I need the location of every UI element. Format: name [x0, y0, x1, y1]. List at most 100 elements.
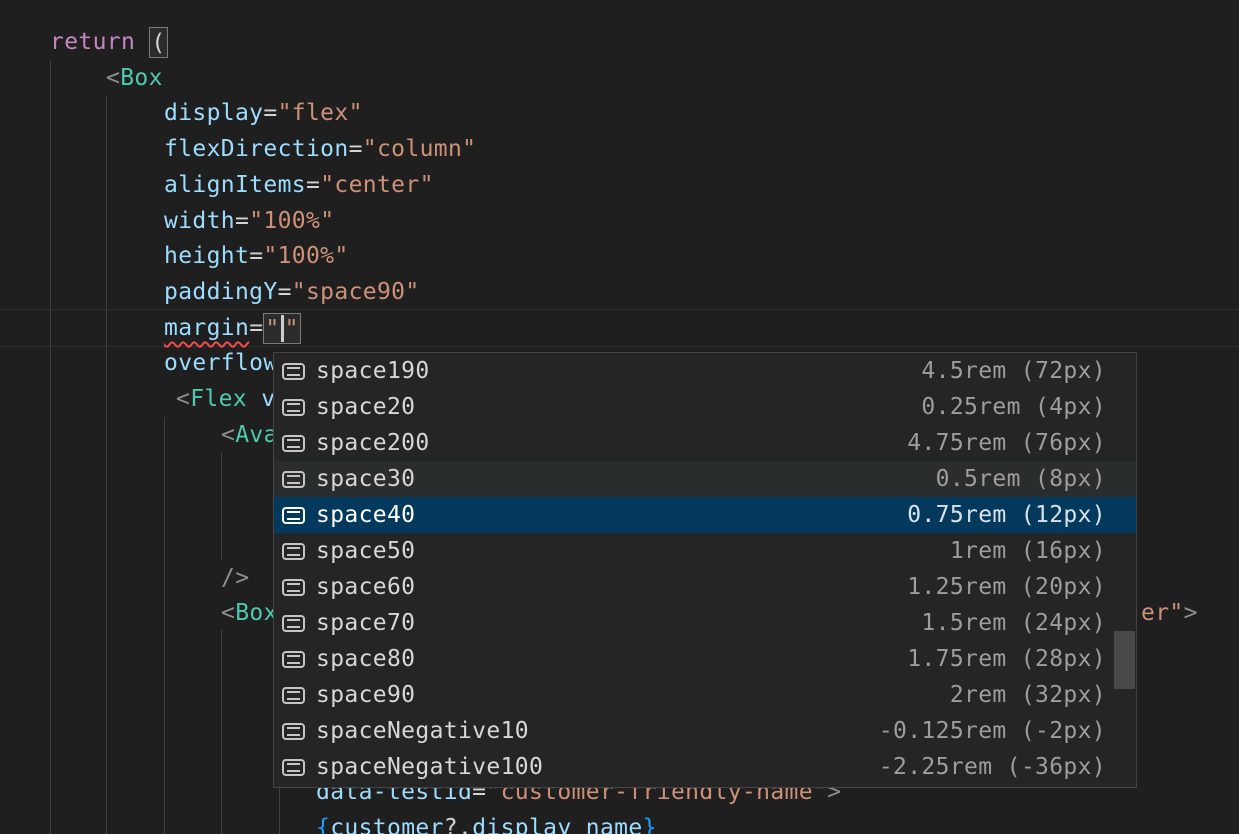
code-token: "column"	[363, 136, 477, 162]
suggest-item-space70[interactable]: space70 1.5rem (24px)	[274, 605, 1136, 641]
code-token: customer	[330, 815, 444, 834]
code-token: >	[1184, 600, 1198, 626]
suggest-item-space80[interactable]: space80 1.75rem (28px)	[274, 641, 1136, 677]
symbol-constant-icon	[282, 543, 305, 560]
indent-guide	[221, 452, 222, 560]
line-alignitems: alignItems="center"	[164, 167, 434, 203]
suggest-item-detail: 0.5rem (8px)	[936, 466, 1136, 492]
line-margin-editing: margin=""	[164, 310, 301, 346]
code-token: margin	[164, 315, 249, 341]
symbol-constant-icon	[282, 507, 305, 524]
symbol-constant-icon	[282, 651, 305, 668]
suggest-item-detail: 4.5rem (72px)	[921, 358, 1136, 384]
suggest-item-space20[interactable]: space20 0.25rem (4px)	[274, 389, 1136, 425]
code-token: {	[316, 815, 330, 834]
symbol-constant-icon	[282, 759, 305, 776]
suggest-item-label: space70	[316, 610, 415, 636]
suggest-scrollbar-thumb[interactable]	[1114, 631, 1135, 689]
suggest-item-label: space200	[316, 430, 430, 456]
suggest-item-detail: 4.75rem (76px)	[907, 430, 1136, 456]
code-token: <	[106, 65, 120, 91]
suggest-item-detail: 1rem (16px)	[950, 538, 1136, 564]
indent-guide	[164, 417, 165, 834]
line-self-close: />	[221, 560, 249, 596]
suggest-item-label: space20	[316, 394, 415, 420]
symbol-constant-icon	[282, 363, 305, 380]
suggest-item-label: space40	[316, 502, 415, 528]
suggest-item-space200[interactable]: space200 4.75rem (76px)	[274, 425, 1136, 461]
symbol-constant-icon	[282, 399, 305, 416]
code-token: =	[349, 136, 363, 162]
code-token: Flex	[190, 386, 247, 412]
indent-guide	[50, 60, 51, 834]
code-token: (	[151, 25, 165, 61]
symbol-constant-icon	[282, 615, 305, 632]
suggest-item-label: space190	[316, 358, 430, 384]
bracket-match-box: (	[149, 27, 167, 58]
line-inner-box-open: <Box	[221, 595, 278, 631]
suggest-item-detail: -0.125rem (-2px)	[879, 718, 1136, 744]
symbol-constant-icon	[282, 471, 305, 488]
suggest-item-spaceNegative100[interactable]: spaceNegative100 -2.25rem (-36px)	[274, 749, 1136, 785]
code-token: return	[50, 29, 149, 55]
suggest-item-detail: 1.5rem (24px)	[921, 610, 1136, 636]
suggest-item-spaceNegative10[interactable]: spaceNegative10 -0.125rem (-2px)	[274, 713, 1136, 749]
suggest-item-label: spaceNegative100	[316, 754, 543, 780]
suggest-item-space30[interactable]: space300.5rem (8px)	[274, 461, 1136, 497]
text-cursor	[281, 315, 284, 342]
suggest-item-detail: 0.75rem (12px)	[907, 502, 1136, 528]
code-token: "100%"	[263, 243, 348, 269]
line-width: width="100%"	[164, 203, 334, 239]
code-token: <	[221, 600, 235, 626]
code-token: "	[285, 311, 299, 347]
suggest-item-detail: 1.25rem (20px)	[907, 574, 1136, 600]
suggest-item-space190[interactable]: space190 4.5rem (72px)	[274, 353, 1136, 389]
suggest-item-detail: 0.25rem (4px)	[921, 394, 1136, 420]
suggest-item-space40[interactable]: space40 0.75rem (12px)	[274, 497, 1136, 533]
code-token: =	[249, 315, 263, 341]
bracket-match-box: ""	[263, 313, 300, 344]
code-token: =	[278, 279, 292, 305]
line-flexdirection: flexDirection="column"	[164, 131, 476, 167]
code-token: alignItems	[164, 172, 306, 198]
code-token: />	[221, 565, 249, 591]
symbol-constant-icon	[282, 723, 305, 740]
code-token: =	[235, 208, 249, 234]
code-token: paddingY	[164, 279, 278, 305]
code-token: "center"	[320, 172, 434, 198]
code-token: "	[265, 311, 279, 347]
suggest-item-detail: 1.75rem (28px)	[907, 646, 1136, 672]
code-token: <	[176, 386, 190, 412]
code-editor-surface[interactable]: return (<Boxdisplay="flex"flexDirection=…	[0, 0, 1239, 834]
suggest-item-space90[interactable]: space902rem (32px)	[274, 677, 1136, 713]
suggest-widget: space190 4.5rem (72px) space20 0.25rem (4px…	[273, 352, 1137, 788]
code-token: Box	[120, 65, 163, 91]
symbol-constant-icon	[282, 435, 305, 452]
line-display: display="flex"	[164, 95, 363, 131]
code-token: "100%"	[249, 208, 334, 234]
suggest-item-detail: -2.25rem (-36px)	[879, 754, 1136, 780]
code-token: display	[164, 100, 263, 126]
line-height-prop: height="100%"	[164, 238, 349, 274]
suggest-item-label: spaceNegative10	[316, 718, 529, 744]
suggest-item-detail: 2rem (32px)	[950, 682, 1136, 708]
line-inner-box-tail: er">	[1141, 595, 1198, 631]
line-return: return (	[50, 24, 168, 60]
code-token: "flex"	[278, 100, 363, 126]
code-token: =	[306, 172, 320, 198]
suggest-item-space60[interactable]: space60 1.25rem (20px)	[274, 569, 1136, 605]
suggest-item-label: space60	[316, 574, 415, 600]
indent-guide	[106, 95, 107, 834]
code-token: "space90"	[292, 279, 420, 305]
code-token: =	[263, 100, 277, 126]
code-token: height	[164, 243, 249, 269]
suggest-item-label: space50	[316, 538, 415, 564]
code-token: Box	[235, 600, 278, 626]
line-box-open: <Box	[106, 60, 163, 96]
suggest-item-space50[interactable]: space50 1rem (16px)	[274, 533, 1136, 569]
line-overflow: overflow	[164, 345, 278, 381]
suggest-item-label: space80	[316, 646, 415, 672]
code-token: ?.	[444, 815, 472, 834]
code-token: er"	[1141, 600, 1184, 626]
code-token: width	[164, 208, 235, 234]
